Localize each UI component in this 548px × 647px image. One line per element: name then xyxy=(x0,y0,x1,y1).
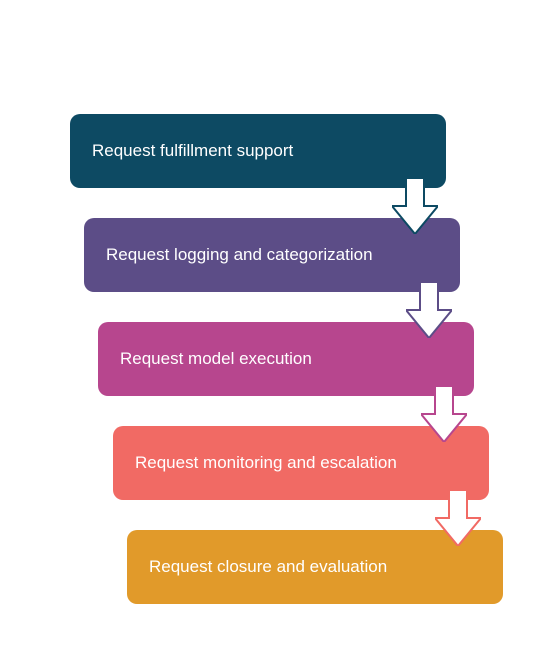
step-box: Request fulfillment support xyxy=(70,114,446,188)
process-flow-diagram: Request fulfillment support Request logg… xyxy=(0,0,548,647)
step-box: Request model execution xyxy=(98,322,474,396)
step-label: Request closure and evaluation xyxy=(149,557,387,577)
step-label: Request monitoring and escalation xyxy=(135,453,397,473)
step-label: Request fulfillment support xyxy=(92,141,293,161)
step-label: Request model execution xyxy=(120,349,312,369)
step-box: Request monitoring and escalation xyxy=(113,426,489,500)
step-label: Request logging and categorization xyxy=(106,245,373,265)
step-box: Request closure and evaluation xyxy=(127,530,503,604)
step-box: Request logging and categorization xyxy=(84,218,460,292)
